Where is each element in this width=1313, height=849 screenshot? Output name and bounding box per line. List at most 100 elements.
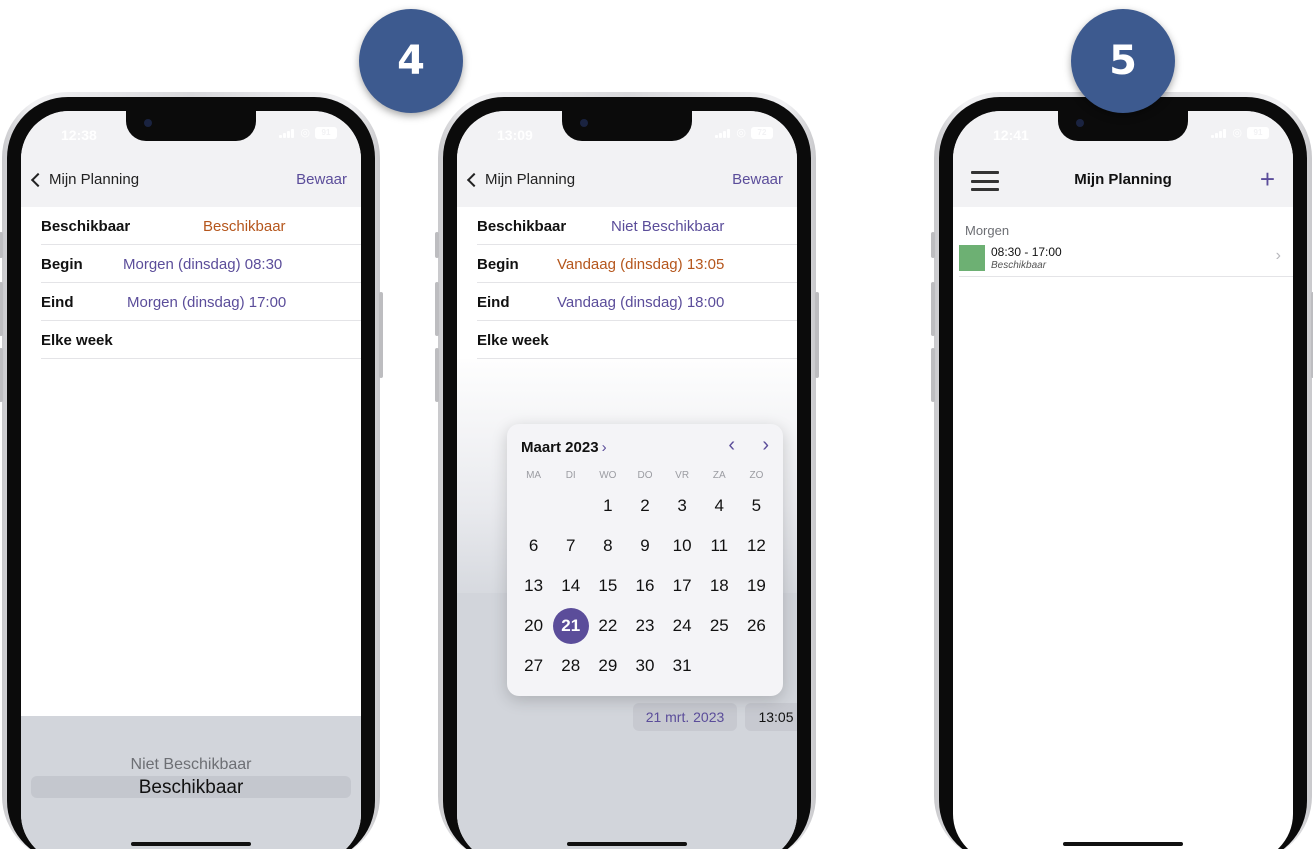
calendar-day[interactable]: 25	[701, 606, 738, 646]
row-label: Beschikbaar	[41, 218, 131, 235]
weekday-label: DO	[637, 470, 653, 481]
calendar-day[interactable]: 2	[626, 486, 663, 526]
availability-value: Niet Beschikbaar	[611, 218, 725, 235]
add-icon[interactable]: +	[1260, 164, 1275, 195]
calendar-day[interactable]: 12	[738, 526, 775, 566]
calendar-day[interactable]: 15	[589, 566, 626, 606]
back-label: Mijn Planning	[485, 171, 576, 188]
next-month-button[interactable]: ›	[762, 434, 769, 457]
list-item[interactable]: 08:30 - 17:00 Beschikbaar ›	[959, 241, 1293, 277]
calendar-day[interactable]: 27	[515, 646, 552, 686]
save-button[interactable]: Bewaar	[732, 171, 783, 188]
signal-icon	[1211, 128, 1227, 138]
row-label: Elke week	[41, 332, 113, 349]
phone-date-picker: 13:09 ◎ 72 Mijn Planning Bewaar Beschikb…	[435, 92, 819, 849]
row-label: Beschikbaar	[477, 218, 567, 235]
nav-bar: Mijn Planning Bewaar	[457, 155, 797, 207]
calendar-month-button[interactable]: Maart 2023 ›	[521, 439, 607, 456]
section-header: Morgen	[965, 223, 1010, 238]
page-title: Mijn Planning	[1074, 171, 1172, 188]
calendar-blank	[552, 486, 589, 526]
chevron-right-icon: ›	[601, 439, 607, 456]
row-repeat-weekly[interactable]: Elke week	[477, 321, 797, 359]
calendar-day[interactable]: 9	[626, 526, 663, 566]
calendar-day[interactable]: 20	[515, 606, 552, 646]
calendar-day[interactable]: 17	[664, 566, 701, 606]
row-availability[interactable]: Beschikbaar Beschikbaar	[41, 207, 361, 245]
weekday-label: ZO	[749, 470, 764, 481]
calendar-day[interactable]: 22	[589, 606, 626, 646]
calendar-day[interactable]: 30	[626, 646, 663, 686]
battery-icon: 72	[751, 126, 773, 139]
calendar-day[interactable]: 7	[552, 526, 589, 566]
end-value: Morgen (dinsdag) 17:00	[127, 294, 287, 311]
row-begin[interactable]: Begin Vandaag (dinsdag) 13:05	[477, 245, 797, 283]
calendar-day-selected[interactable]: 21	[552, 606, 589, 646]
planning-form: Beschikbaar Niet Beschikbaar Begin Vanda…	[457, 207, 797, 359]
chevron-left-icon	[30, 172, 46, 187]
status-time: 12:38	[61, 127, 97, 143]
calendar-day[interactable]: 16	[626, 566, 663, 606]
row-end[interactable]: Eind Vandaag (dinsdag) 18:00	[477, 283, 797, 321]
calendar-day[interactable]: 13	[515, 566, 552, 606]
camera-icon	[1076, 119, 1084, 127]
calendar-day[interactable]: 31	[664, 646, 701, 686]
picker-option[interactable]: Niet Beschikbaar	[21, 756, 361, 774]
previous-month-button[interactable]: ‹	[728, 434, 735, 457]
home-indicator	[1063, 842, 1183, 846]
calendar-day[interactable]: 18	[701, 566, 738, 606]
status-time: 13:09	[497, 127, 533, 143]
step-badge-4: 4	[359, 9, 463, 113]
back-button[interactable]: Mijn Planning	[30, 171, 139, 188]
calendar-day[interactable]: 24	[664, 606, 701, 646]
end-value: Vandaag (dinsdag) 18:00	[557, 294, 725, 311]
back-button[interactable]: Mijn Planning	[466, 171, 576, 188]
calendar-day[interactable]: 14	[552, 566, 589, 606]
calendar-day[interactable]: 29	[589, 646, 626, 686]
chevron-left-icon	[466, 172, 482, 187]
availability-picker-wheel[interactable]: Niet Beschikbaar Beschikbaar	[21, 716, 361, 849]
weekday-label: DI	[565, 470, 576, 481]
calendar-day[interactable]: 10	[664, 526, 701, 566]
wifi-icon: ◎	[736, 127, 746, 139]
calendar-day[interactable]: 11	[701, 526, 738, 566]
weekday-label: MA	[526, 470, 542, 481]
time-chip[interactable]: 13:05	[745, 703, 797, 731]
phone-planning-list: 12:41 ◎ 91 Mijn Planning + Morgen 08:30 …	[931, 92, 1313, 849]
chevron-right-icon: ›	[1275, 247, 1281, 264]
row-end[interactable]: Eind Morgen (dinsdag) 17:00	[41, 283, 361, 321]
calendar-day[interactable]: 1	[589, 486, 626, 526]
calendar-day[interactable]: 5	[738, 486, 775, 526]
item-time: 08:30 - 17:00	[991, 245, 1062, 259]
weekday-label: VR	[675, 470, 690, 481]
item-status: Beschikbaar	[991, 260, 1047, 271]
step-badge-5: 5	[1071, 9, 1175, 113]
calendar-day[interactable]: 26	[738, 606, 775, 646]
row-begin[interactable]: Begin Morgen (dinsdag) 08:30	[41, 245, 361, 283]
row-repeat-weekly[interactable]: Elke week	[41, 321, 361, 359]
row-label: Begin	[41, 256, 83, 273]
calendar-day[interactable]: 23	[626, 606, 663, 646]
begin-value: Vandaag (dinsdag) 13:05	[557, 256, 725, 273]
calendar-day[interactable]: 4	[701, 486, 738, 526]
battery-icon: 91	[1247, 126, 1269, 139]
signal-icon	[279, 128, 295, 138]
nav-bar: Mijn Planning +	[953, 155, 1293, 207]
weekday-label: ZA	[712, 470, 726, 481]
phone-availability-picker: 12:38 ◎ 91 Mijn Planning Bewaar Beschikb…	[0, 92, 383, 849]
row-label: Begin	[477, 256, 519, 273]
status-time: 12:41	[993, 127, 1029, 143]
calendar-day[interactable]: 6	[515, 526, 552, 566]
planning-form: Beschikbaar Beschikbaar Begin Morgen (di…	[21, 207, 361, 359]
date-chip[interactable]: 21 mrt. 2023	[633, 703, 737, 731]
picker-option-selected[interactable]: Beschikbaar	[21, 777, 361, 799]
home-indicator	[567, 842, 687, 846]
calendar-day[interactable]: 19	[738, 566, 775, 606]
save-button[interactable]: Bewaar	[296, 171, 347, 188]
calendar-day[interactable]: 3	[664, 486, 701, 526]
row-availability[interactable]: Beschikbaar Niet Beschikbaar	[477, 207, 797, 245]
availability-value: Beschikbaar	[203, 218, 286, 235]
home-indicator	[131, 842, 251, 846]
calendar-day[interactable]: 8	[589, 526, 626, 566]
calendar-day[interactable]: 28	[552, 646, 589, 686]
